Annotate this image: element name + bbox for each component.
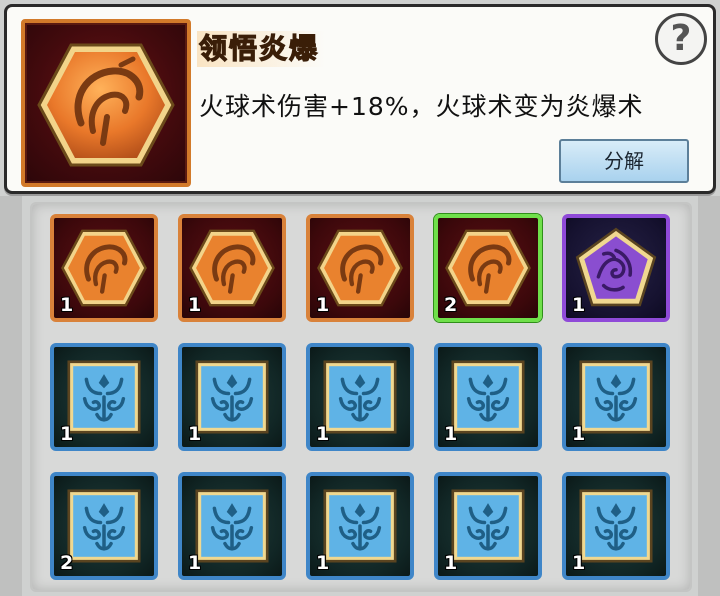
slot-count: 1 <box>188 552 202 574</box>
slot-count: 1 <box>572 423 586 445</box>
inventory-slot[interactable]: 1 <box>306 472 414 580</box>
inventory-slot[interactable]: 1 <box>306 343 414 451</box>
slot-count: 1 <box>188 294 202 316</box>
slot-count: 1 <box>188 423 202 445</box>
inventory-slot[interactable]: 1 <box>50 343 158 451</box>
slot-count: 1 <box>572 294 586 316</box>
item-title: 领悟炎爆 <box>197 31 326 67</box>
slot-count: 1 <box>444 552 458 574</box>
slot-count: 1 <box>60 294 74 316</box>
slot-count: 1 <box>316 552 330 574</box>
selected-item-icon-frame <box>21 19 191 187</box>
inventory-slot[interactable]: 1 <box>562 472 670 580</box>
inventory-slot[interactable]: 1 <box>562 343 670 451</box>
right-rail <box>698 196 720 596</box>
slot-count: 2 <box>60 552 74 574</box>
slot-count: 1 <box>444 423 458 445</box>
slot-count: 2 <box>444 294 458 316</box>
inventory-slot[interactable]: 1 <box>434 343 542 451</box>
left-rail <box>0 196 22 596</box>
inventory-slot[interactable]: 1 <box>178 343 286 451</box>
slot-count: 1 <box>316 294 330 316</box>
help-button[interactable]: ? <box>655 13 707 65</box>
inventory-slot[interactable]: 1 <box>50 214 158 322</box>
inventory-slot[interactable]: 2 <box>434 214 542 322</box>
decompose-button[interactable]: 分解 <box>559 139 689 183</box>
item-description: 火球术伤害+18%，火球术变为炎爆术 <box>199 92 644 121</box>
inventory-slot[interactable]: 1 <box>434 472 542 580</box>
inventory-slot[interactable]: 1 <box>178 214 286 322</box>
inventory-slot[interactable]: 1 <box>306 214 414 322</box>
slot-count: 1 <box>316 423 330 445</box>
inventory-slot[interactable]: 1 <box>178 472 286 580</box>
slot-count: 1 <box>60 423 74 445</box>
inventory-slot[interactable]: 2 <box>50 472 158 580</box>
fireball-sigil-icon <box>37 43 175 167</box>
slot-count: 1 <box>572 552 586 574</box>
item-info-panel: 领悟炎爆 火球术伤害+18%，火球术变为炎爆术 ? 分解 <box>4 4 716 194</box>
inventory-slot[interactable]: 1 <box>562 214 670 322</box>
